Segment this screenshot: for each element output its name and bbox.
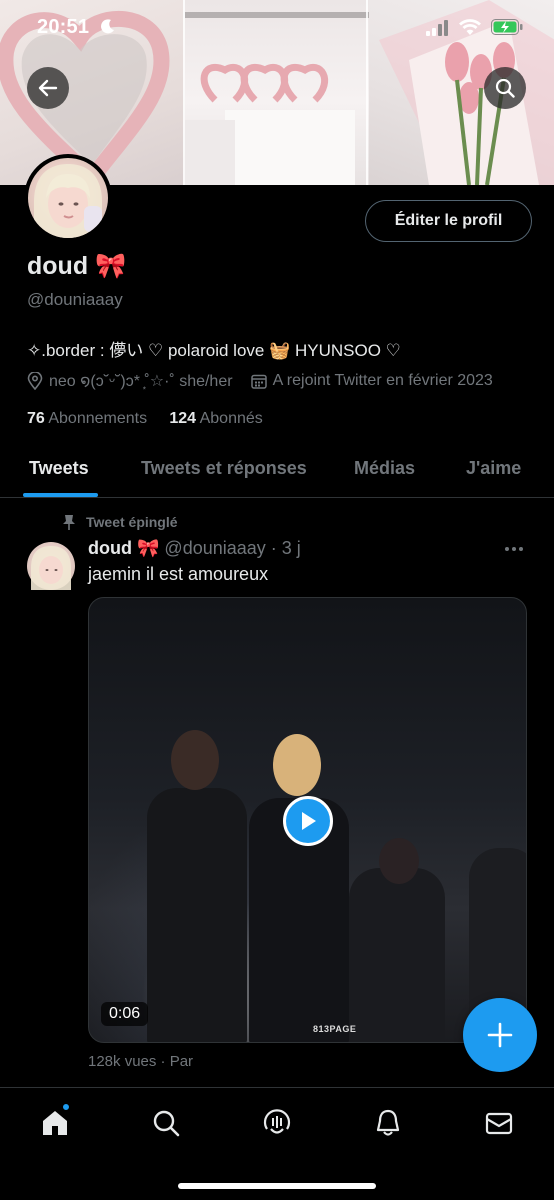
location-icon xyxy=(27,372,43,390)
profile-avatar[interactable] xyxy=(24,154,112,242)
pinned-tweet-label: Tweet épinglé xyxy=(62,514,178,530)
notification-dot xyxy=(61,1102,71,1112)
spaces-icon[interactable] xyxy=(262,1108,292,1138)
tweet-video[interactable]: 0:06 813PAGE xyxy=(88,597,527,1043)
play-icon xyxy=(302,812,316,830)
performer-head xyxy=(171,730,219,790)
cellular-signal-icon xyxy=(426,20,448,36)
performer-figure xyxy=(349,868,445,1042)
profile-meta: neo ໑(ↄ˘ᵕ˘)ↄ* ͙˚☆·˚ she/her A rejoint Tw… xyxy=(27,371,493,391)
home-indicator xyxy=(178,1183,376,1189)
profile-bio: ✧.border : 儚い ♡ polaroid love 🧺 HYUNSOO … xyxy=(27,341,401,360)
active-tab-indicator xyxy=(23,493,98,497)
messages-icon[interactable] xyxy=(484,1108,514,1138)
following-count: 76 xyxy=(27,410,45,427)
following-link[interactable]: 76 Abonnements xyxy=(27,410,147,427)
profile-tabs: Tweets Tweets et réponses Médias J'aime xyxy=(0,448,554,498)
tweet-text: jaemin il est amoureux xyxy=(88,564,269,584)
followers-link[interactable]: 124 Abonnés xyxy=(169,410,262,427)
pin-icon xyxy=(63,515,75,530)
avatar-image xyxy=(31,546,71,590)
tweet-time: · 3 j xyxy=(270,538,301,558)
profile-location: neo ໑(ↄ˘ᵕ˘)ↄ* ͙˚☆·˚ she/her xyxy=(49,373,233,390)
arrow-left-icon xyxy=(38,79,58,97)
performer-head xyxy=(379,838,419,884)
tweet-author-handle[interactable]: @douniaaay xyxy=(164,538,265,558)
profile-name: doud 🎀 xyxy=(27,252,127,280)
tweet-header: doud 🎀 @douniaaay · 3 j xyxy=(88,538,301,559)
tab-likes[interactable]: J'aime xyxy=(466,458,521,479)
profile-handle: @douniaaay xyxy=(27,290,123,309)
back-button[interactable] xyxy=(27,67,69,109)
edit-profile-button[interactable]: Éditer le profil xyxy=(365,200,532,242)
moon-icon xyxy=(101,19,114,34)
video-watermark: 813PAGE xyxy=(313,1024,357,1034)
tweet-views: 128k vues · Par xyxy=(88,1053,194,1070)
followers-label: Abonnés xyxy=(199,410,263,427)
search-icon[interactable] xyxy=(151,1108,181,1138)
following-label: Abonnements xyxy=(48,410,148,427)
notifications-icon[interactable] xyxy=(373,1108,403,1138)
status-time: 20:51 xyxy=(37,16,90,38)
video-duration: 0:06 xyxy=(101,1002,149,1026)
followers-count: 124 xyxy=(169,410,197,427)
wifi-icon xyxy=(459,19,481,35)
pinned-text: Tweet épinglé xyxy=(86,514,178,530)
more-options-icon[interactable] xyxy=(504,546,524,552)
performer-figure xyxy=(147,788,247,1042)
tab-tweets-and-replies[interactable]: Tweets et réponses xyxy=(141,458,307,479)
avatar xyxy=(28,158,108,238)
tab-media[interactable]: Médias xyxy=(354,458,415,479)
tweet-author-avatar[interactable] xyxy=(27,542,75,590)
follow-stats: 76 Abonnements 124 Abonnés xyxy=(27,410,263,428)
avatar-image xyxy=(34,164,102,238)
status-bar: 20:51 xyxy=(0,14,554,48)
tweet-author-name[interactable]: doud 🎀 xyxy=(88,538,159,558)
compose-tweet-button[interactable] xyxy=(463,998,537,1072)
home-icon[interactable] xyxy=(40,1108,70,1138)
search-icon xyxy=(495,78,515,98)
calendar-icon xyxy=(250,374,267,389)
play-button[interactable] xyxy=(283,796,333,846)
search-button[interactable] xyxy=(484,67,526,109)
battery-charging-icon xyxy=(491,19,523,35)
plus-icon xyxy=(487,1022,513,1048)
performer-head xyxy=(273,734,321,796)
profile-joined-date: A rejoint Twitter en février 2023 xyxy=(272,372,493,389)
tab-tweets[interactable]: Tweets xyxy=(29,458,89,479)
